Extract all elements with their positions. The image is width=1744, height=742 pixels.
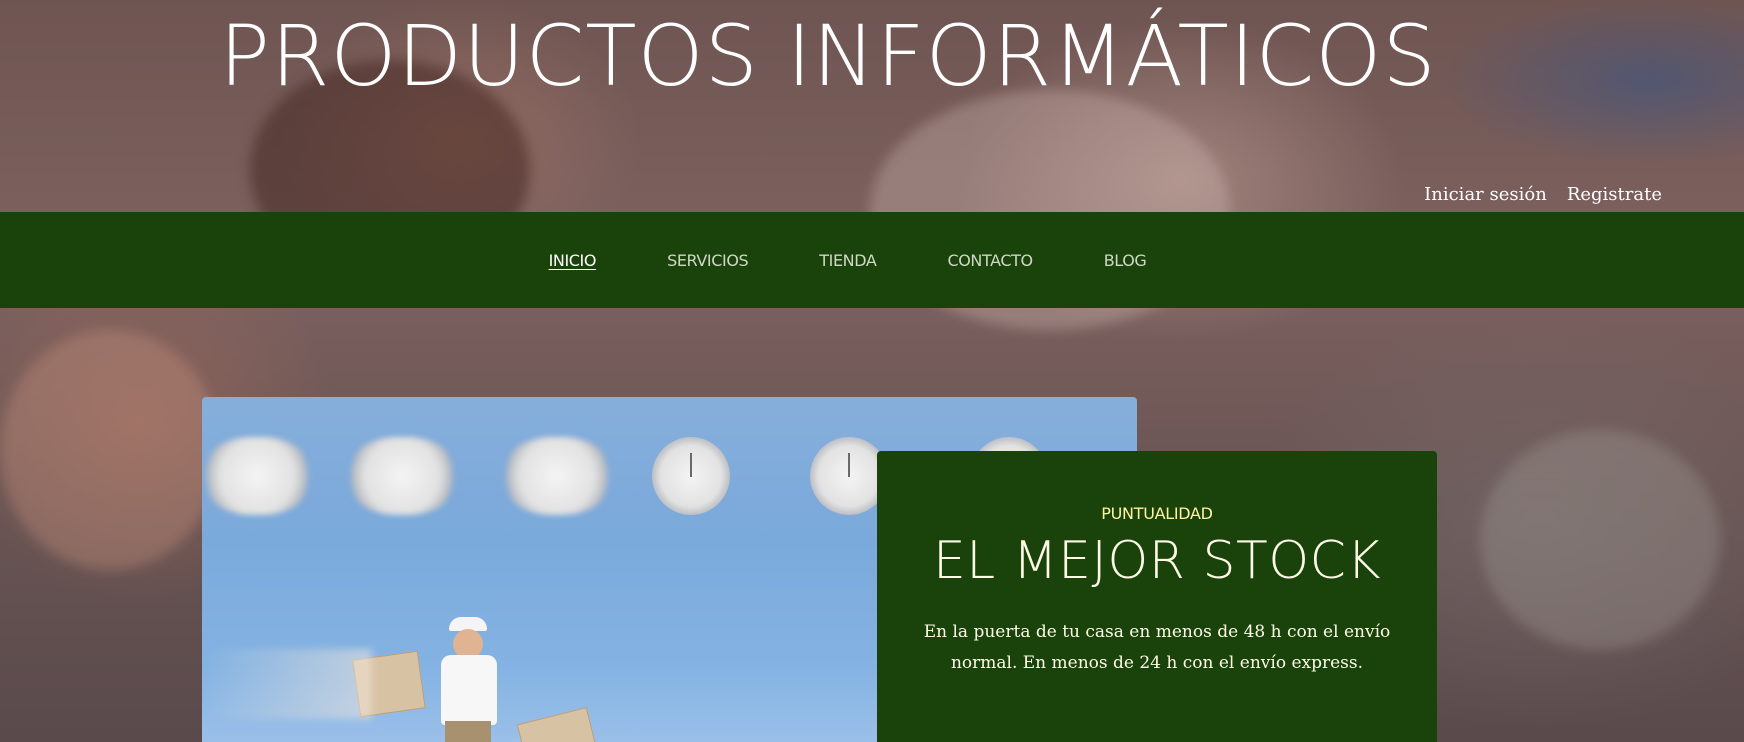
clock-image [652,437,730,515]
background-photo-figure [0,330,220,570]
clock-image [502,437,612,515]
nav-item-blog[interactable]: BLOG [1104,251,1147,270]
auth-links: Iniciar sesión Registrate [1424,184,1662,205]
motion-blur [202,649,372,719]
promo-description: En la puerta de tu casa en menos de 48 h… [923,622,1391,673]
login-link[interactable]: Iniciar sesión [1424,184,1547,205]
nav-item-inicio[interactable]: INICIO [549,251,597,270]
page: PRODUCTOS INFORMÁTICOS Iniciar sesión Re… [0,0,1744,742]
courier-figure [427,617,507,742]
promo-eyebrow: PUNTUALIDAD [1101,504,1213,523]
nav-item-contacto[interactable]: CONTACTO [947,251,1033,270]
register-link[interactable]: Registrate [1567,184,1662,205]
site-title: PRODUCTOS INFORMÁTICOS [219,7,1437,105]
background-photo-figure [1480,430,1720,650]
nav-item-servicios[interactable]: SERVICIOS [667,251,749,270]
promo-card: PUNTUALIDAD EL MEJOR STOCK En la puerta … [877,451,1437,742]
main-navbar: INICIO SERVICIOS TIENDA CONTACTO BLOG [0,212,1744,308]
clock-image [202,437,312,515]
clock-image [347,437,457,515]
promo-title: EL MEJOR STOCK [932,531,1382,591]
nav-list: INICIO SERVICIOS TIENDA CONTACTO BLOG [546,251,1147,270]
package-box [516,707,600,742]
nav-item-tienda[interactable]: TIENDA [819,251,877,270]
